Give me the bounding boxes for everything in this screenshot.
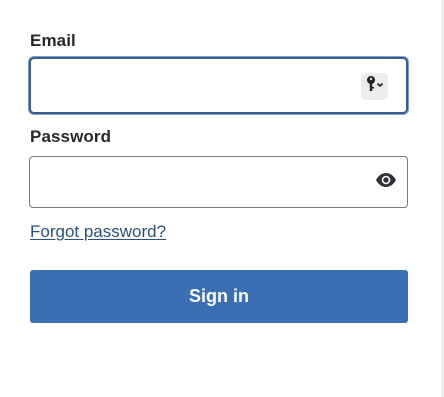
sign-in-form: Email Password Forgot password? Sign in — [0, 0, 444, 397]
password-field[interactable] — [40, 157, 357, 207]
show-password-button[interactable] — [375, 172, 397, 192]
password-label: Password — [30, 127, 112, 146]
email-field-container[interactable] — [29, 57, 408, 114]
email-label: Email — [30, 31, 76, 50]
email-field[interactable] — [41, 59, 356, 112]
eye-icon — [375, 172, 397, 193]
forgot-password-link[interactable]: Forgot password? — [30, 222, 166, 242]
chevron-down-icon — [376, 82, 383, 88]
password-autofill-button[interactable] — [361, 73, 388, 100]
key-icon — [365, 75, 385, 98]
sign-in-button[interactable]: Sign in — [30, 270, 408, 323]
password-field-container[interactable] — [29, 156, 408, 208]
